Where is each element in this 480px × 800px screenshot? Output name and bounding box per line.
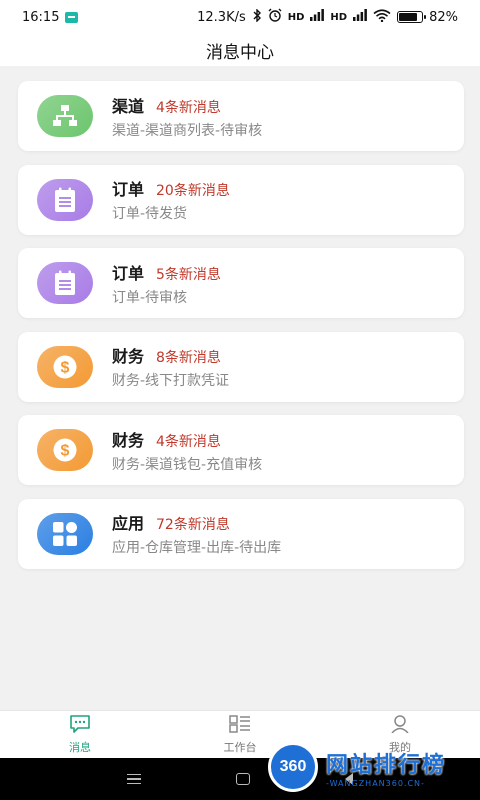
wifi-icon: [373, 8, 391, 26]
message-list: 渠道 4条新消息 渠道-渠道商列表-待审核 订单 20条新消息 订单-待发货 订…: [18, 81, 464, 582]
message-card-0[interactable]: 渠道 4条新消息 渠道-渠道商列表-待审核: [18, 81, 464, 151]
net-speed: 12.3K/s: [197, 9, 246, 25]
page-title: 消息中心: [206, 42, 274, 63]
person-icon: [389, 714, 411, 736]
workbench-icon: [229, 714, 251, 736]
apps-grid-icon: [52, 521, 78, 547]
tab-label: 工作台: [223, 740, 257, 754]
app-notification-icon: [65, 11, 79, 23]
home-button[interactable]: [235, 773, 250, 785]
watermark-logo: 360: [268, 742, 318, 792]
message-icon-badge: [37, 178, 93, 221]
site-watermark: 360 网站排行榜 -WANGZHAN360.CN-: [268, 736, 474, 798]
chat-icon: [69, 714, 91, 736]
nav-bar: 消息中心: [0, 34, 480, 66]
message-icon-badge: $: [37, 345, 93, 388]
dollar-coin-icon: $: [52, 354, 78, 380]
new-message-count: 4条新消息: [156, 433, 221, 450]
message-icon-badge: [37, 262, 93, 304]
battery-icon: [397, 11, 427, 23]
signal-bars-icon: [353, 9, 367, 25]
bluetooth-icon: [252, 7, 262, 26]
message-path: 财务-渠道钱包-充值审核: [112, 456, 263, 473]
dollar-coin-icon: $: [52, 437, 78, 463]
new-message-count: 20条新消息: [156, 183, 230, 199]
watermark-url: -WANGZHAN360.CN-: [326, 778, 425, 788]
tab-messages[interactable]: 消息: [0, 711, 160, 758]
message-path: 渠道-渠道商列表-待审核: [112, 122, 263, 139]
message-path: 订单-待发货: [112, 206, 188, 222]
message-category: 财务: [112, 430, 145, 450]
message-category: 订单: [112, 180, 145, 199]
org-chart-icon: [52, 104, 78, 128]
message-card-5[interactable]: 应用 72条新消息 应用-仓库管理-出库-待出库: [18, 498, 464, 569]
message-card-1[interactable]: 订单 20条新消息 订单-待发货: [18, 164, 464, 235]
battery-percent: 82%: [429, 9, 458, 25]
svg-text:$: $: [61, 443, 70, 460]
watermark-title: 网站排行榜: [326, 752, 447, 778]
message-category: 订单: [112, 263, 145, 283]
status-time: 16:15: [22, 9, 60, 25]
notepad-icon: [53, 270, 77, 296]
message-card-2[interactable]: 订单 5条新消息 订单-待审核: [18, 248, 464, 318]
signal-hd-label-2: HD: [330, 11, 348, 23]
message-card-4[interactable]: $ 财务 4条新消息 财务-渠道钱包-充值审核: [18, 415, 464, 485]
message-category: 应用: [112, 514, 145, 533]
new-message-count: 8条新消息: [156, 350, 221, 366]
new-message-count: 4条新消息: [156, 99, 221, 116]
svg-text:$: $: [61, 359, 70, 376]
message-path: 应用-仓库管理-出库-待出库: [112, 540, 282, 556]
message-path: 财务-线下打款凭证: [112, 373, 230, 389]
message-path: 订单-待审核: [112, 289, 188, 306]
tab-label: 消息: [69, 740, 91, 754]
recents-button[interactable]: [127, 774, 142, 784]
signal-bars-icon: [310, 9, 325, 25]
new-message-count: 72条新消息: [156, 517, 230, 533]
notepad-icon: [53, 187, 77, 213]
alarm-icon: [268, 8, 282, 26]
message-category: 渠道: [112, 96, 145, 116]
message-card-3[interactable]: $ 财务 8条新消息 财务-线下打款凭证: [18, 331, 464, 402]
message-icon-badge: $: [37, 429, 93, 471]
new-message-count: 5条新消息: [156, 266, 221, 283]
status-bar: 16:15 12.3K/s HD HD 82%: [0, 0, 480, 34]
signal-hd-label-1: HD: [287, 11, 305, 23]
message-icon-badge: [37, 95, 93, 137]
message-category: 财务: [112, 347, 145, 366]
message-icon-badge: [37, 512, 93, 555]
